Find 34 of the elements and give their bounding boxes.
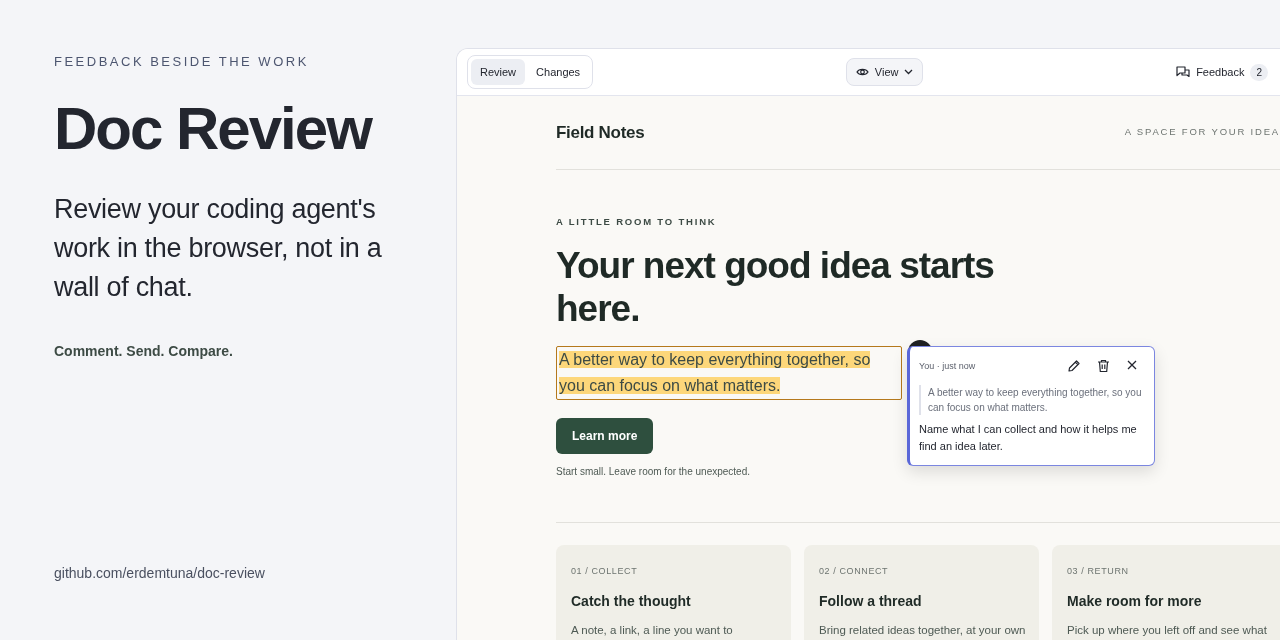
tab[interactable]: Review [471, 58, 526, 86]
count-badge: 2 [1250, 63, 1268, 81]
eyebrow-text: FEEDBACK BESIDE THE WORK [54, 53, 310, 71]
tab[interactable]: Changes [527, 58, 590, 86]
card-title: Make room for more [1067, 591, 1203, 611]
quoted-text: A better way to keep everything together, so you can focus on what matters. [919, 385, 1142, 416]
card-title: Catch the thought [571, 591, 692, 611]
card-text: Pick up where you left off and see what [1067, 622, 1268, 638]
learn-more-button[interactable]: Learn more [556, 418, 654, 455]
site-tagline: A SPACE FOR YOUR IDEA [1124, 125, 1280, 140]
repository-link[interactable]: github.com/erdemtuna/doc-review [54, 563, 456, 584]
card-title: Follow a thread [819, 591, 923, 611]
comment-text: Name what I can collect and how it helps me find an idea later. [919, 422, 1138, 455]
highlighted-paragraph[interactable]: A better way to keep everything together, so you can focus on what matters. [556, 346, 902, 401]
lead-text: Review your coding agent's work in the browser, not in a wall of chat. [54, 192, 383, 304]
tagline: Comment. Send. Compare. [54, 341, 234, 361]
eyebrow-text: A LITTLE ROOM TO THINK [556, 215, 718, 229]
site-title: Field Notes [556, 121, 645, 144]
card-text: A note, a link, a line you want to [571, 622, 734, 638]
note-text: Start small. Leave room for the unexpected. [556, 465, 751, 480]
headline: Your next good idea starts here. [556, 244, 995, 331]
page-title: Doc Review [54, 95, 373, 162]
eye-icon [855, 67, 869, 77]
chat-bubbles-icon [1176, 65, 1191, 79]
trash-icon[interactable] [1097, 359, 1110, 374]
card-label: 02 / CONNECT [819, 565, 890, 579]
chevron-down-icon [904, 69, 914, 75]
edit-icon[interactable] [1067, 359, 1081, 374]
comment-meta: You · just now [919, 359, 976, 373]
card-label: 03 / RETURN [1067, 565, 1130, 579]
card-text: Bring related ideas together, at your own [819, 622, 1024, 638]
card-label: 01 / COLLECT [571, 565, 639, 579]
view-button[interactable]: View [845, 57, 924, 87]
feedback-button[interactable]: Feedback 2 [1176, 63, 1268, 81]
